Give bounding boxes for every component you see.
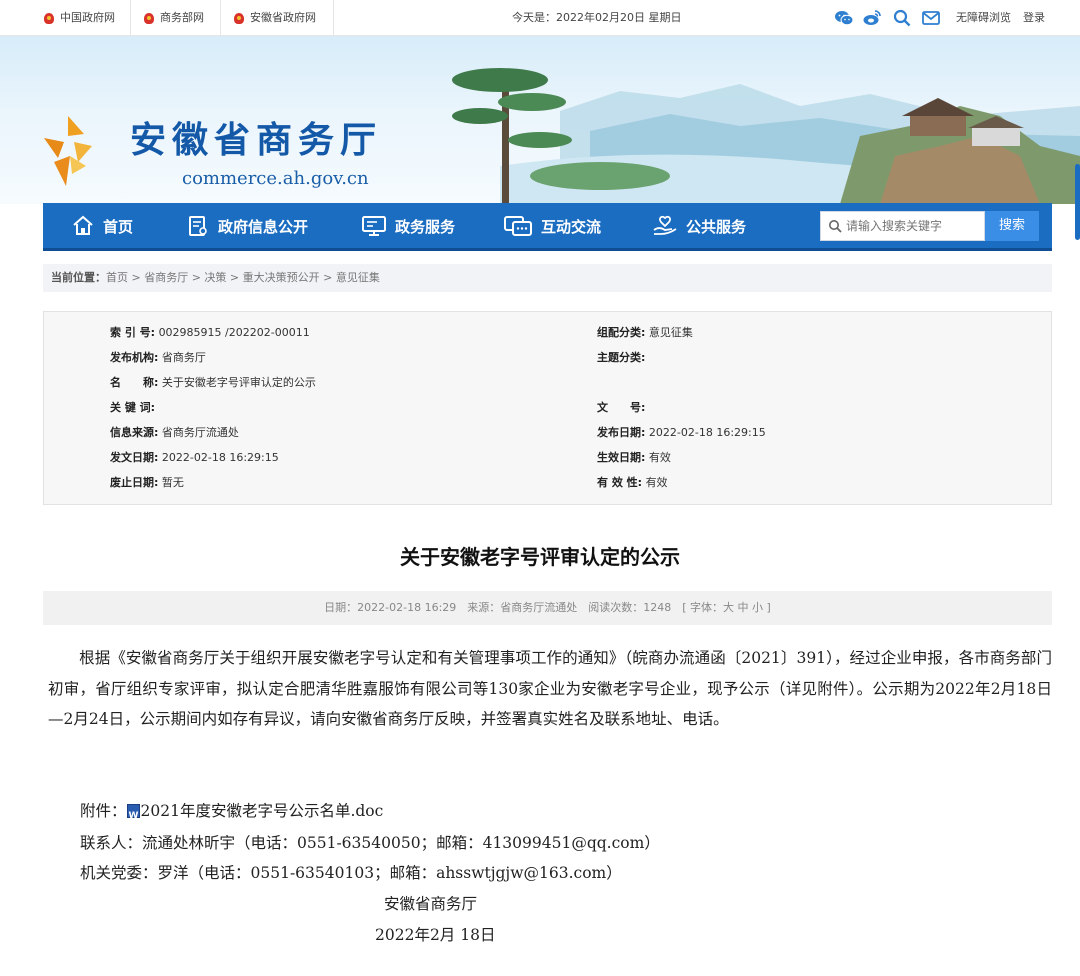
login-link[interactable]: 登录 bbox=[1023, 10, 1045, 26]
accessibility-link[interactable]: 无障碍浏览 bbox=[956, 10, 1011, 26]
attachment-label: 附件： bbox=[80, 802, 127, 820]
contact-1: 联系人：流通处林昕宇（电话：0551-63540050；邮箱：413099451… bbox=[80, 834, 660, 852]
divider bbox=[333, 0, 334, 36]
site-banner: 安徽省商务厅 commerce.ah.gov.cn bbox=[0, 36, 1080, 204]
chat-icon bbox=[504, 216, 532, 236]
meta-keywords: 关 键 词: bbox=[110, 401, 156, 414]
nav-interaction[interactable]: 互动交流 bbox=[503, 203, 601, 249]
link-china-gov-label[interactable]: 中国政府网 bbox=[60, 10, 115, 26]
mail-icon[interactable] bbox=[921, 8, 941, 28]
site-logo-icon[interactable] bbox=[44, 116, 92, 188]
nav-interaction-label[interactable]: 互动交流 bbox=[541, 216, 601, 237]
nav-home-label[interactable]: 首页 bbox=[103, 216, 133, 237]
link-anhui-gov-label[interactable]: 安徽省政府网 bbox=[250, 10, 316, 26]
link-anhui-gov[interactable]: 安徽省政府网 bbox=[234, 10, 316, 26]
site-domain: commerce.ah.gov.cn bbox=[182, 168, 369, 189]
nav-gov-info-label[interactable]: 政府信息公开 bbox=[218, 216, 308, 237]
weibo-icon[interactable] bbox=[862, 8, 882, 28]
breadcrumb-path[interactable]: 首页 > 省商务厅 > 决策 > 重大决策预公开 > 意见征集 bbox=[106, 271, 380, 284]
meta-expiry-date: 废止日期: 暂无 bbox=[110, 476, 184, 489]
emblem-icon bbox=[44, 12, 54, 24]
attachment-line: 附件： 2021年度安徽老字号公示名单.doc bbox=[80, 798, 384, 829]
wechat-icon[interactable] bbox=[834, 8, 854, 28]
article-title: 关于安徽老字号评审认定的公示 bbox=[400, 545, 680, 569]
meta-category: 组配分类: 意见征集 bbox=[597, 326, 693, 339]
top-bar: 中国政府网 商务部网 安徽省政府网 今天是：2022年02月20日 星期日 无障… bbox=[0, 0, 1080, 36]
search-box bbox=[820, 211, 985, 241]
nav-home[interactable]: 首页 bbox=[71, 203, 133, 249]
meta-issue-date: 发文日期: 2022-02-18 16:29:15 bbox=[110, 451, 279, 464]
divider bbox=[130, 0, 131, 36]
word-doc-icon bbox=[126, 803, 140, 829]
breadcrumb: 当前位置：首页 > 省商务厅 > 决策 > 重大决策预公开 > 意见征集 bbox=[43, 264, 1052, 292]
nav-public-service-label[interactable]: 公共服务 bbox=[686, 216, 746, 237]
main-nav: 首页 政府信息公开 政务服务 互动交流 公共服务 请输入搜索关键字 搜索 bbox=[43, 203, 1052, 251]
nav-gov-info[interactable]: 政府信息公开 bbox=[186, 203, 308, 249]
meta-source: 信息来源: 省商务厅流通处 bbox=[110, 426, 239, 439]
nav-gov-service[interactable]: 政务服务 bbox=[361, 203, 455, 249]
search-icon[interactable] bbox=[892, 8, 912, 28]
home-icon bbox=[73, 215, 93, 235]
link-china-gov[interactable]: 中国政府网 bbox=[44, 10, 115, 26]
nav-gov-service-label[interactable]: 政务服务 bbox=[395, 216, 455, 237]
meta-topic: 主题分类: bbox=[597, 351, 646, 364]
link-mofcom[interactable]: 商务部网 bbox=[144, 10, 204, 26]
meta-publish-date: 发布日期: 2022-02-18 16:29:15 bbox=[597, 426, 766, 439]
site-title: 安徽省商务厅 bbox=[130, 119, 383, 161]
signature: 安徽省商务厅 bbox=[384, 895, 478, 913]
article-body: 根据《安徽省商务厅关于组织开展安徽老字号认定和有关管理事项工作的通知》（皖商办流… bbox=[48, 649, 1052, 728]
document-meta: 索 引 号: 002985915 /202202-00011 发布机构: 省商务… bbox=[43, 311, 1052, 505]
monitor-icon bbox=[362, 216, 386, 236]
nav-public-service[interactable]: 公共服务 bbox=[652, 203, 746, 249]
signature-date: 2022年2月 18日 bbox=[375, 926, 496, 944]
search-button[interactable]: 搜索 bbox=[985, 211, 1039, 241]
contact-2: 机关党委：罗洋（电话：0551-63540103；邮箱：ahsswtjgjw@1… bbox=[80, 864, 622, 882]
service-icon bbox=[653, 215, 677, 235]
article-info-bar: 日期：2022-02-18 16:29 来源：省商务厅流通处 阅读次数：1248… bbox=[43, 591, 1052, 625]
emblem-icon bbox=[144, 12, 154, 24]
breadcrumb-label: 当前位置： bbox=[51, 271, 106, 284]
page-scrollbar[interactable] bbox=[1075, 164, 1080, 240]
today-date: 今天是：2022年02月20日 星期日 bbox=[512, 11, 682, 24]
meta-doc-no: 文 号: bbox=[597, 401, 646, 414]
meta-validity: 有 效 性: 有效 bbox=[597, 476, 668, 489]
attachment-link[interactable]: 2021年度安徽老字号公示名单.doc bbox=[141, 802, 384, 820]
emblem-icon bbox=[234, 12, 244, 24]
meta-publisher: 发布机构: 省商务厅 bbox=[110, 351, 206, 364]
meta-index-no: 索 引 号: 002985915 /202202-00011 bbox=[110, 326, 310, 339]
search-input[interactable] bbox=[846, 219, 976, 233]
meta-effective-date: 生效日期: 有效 bbox=[597, 451, 671, 464]
landscape-image bbox=[452, 68, 1080, 204]
document-icon bbox=[189, 216, 207, 236]
meta-name: 名 称: 关于安徽老字号评审认定的公示 bbox=[110, 376, 316, 389]
search-icon bbox=[829, 220, 842, 233]
divider bbox=[220, 0, 221, 36]
link-mofcom-label[interactable]: 商务部网 bbox=[160, 10, 204, 26]
